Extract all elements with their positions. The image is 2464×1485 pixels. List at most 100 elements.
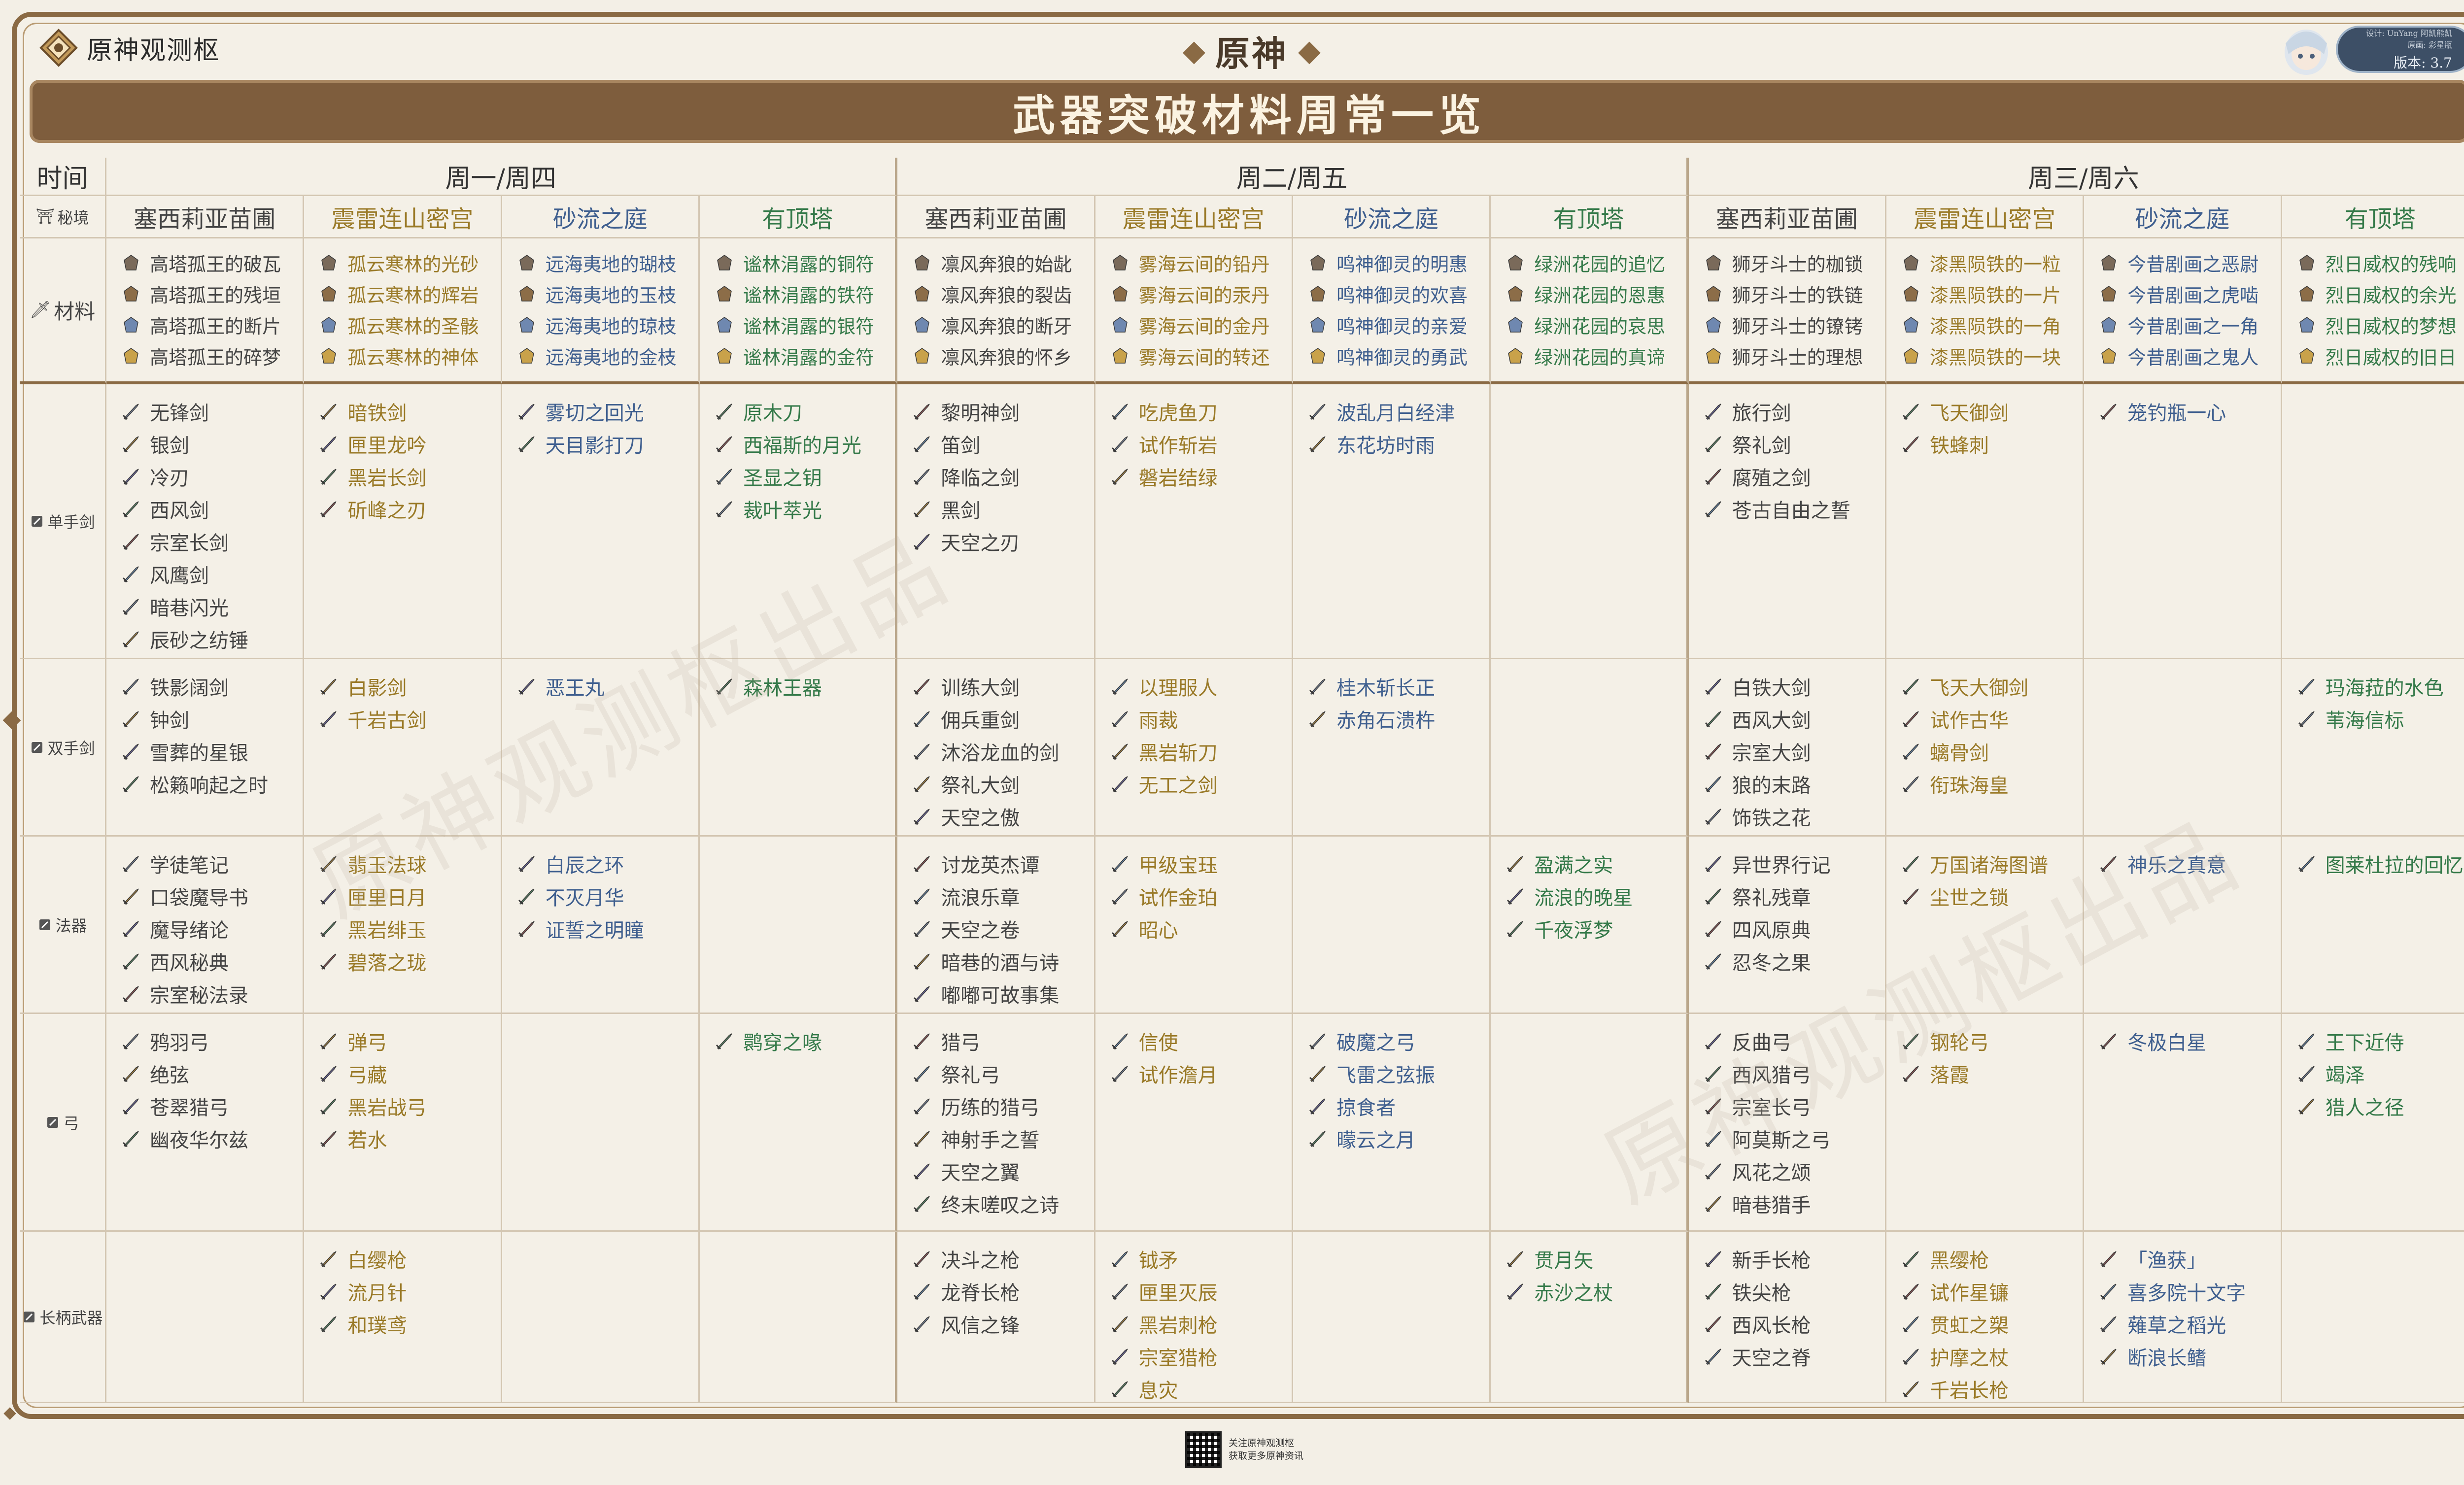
weapon-item[interactable]: 西风秘典 [121,945,303,978]
weapon-item[interactable]: 冷刃 [121,460,303,493]
weapon-item[interactable]: 息灾 [1110,1373,1292,1405]
weapon-item[interactable]: 阿莫斯之弓 [1704,1122,1885,1155]
weapon-item[interactable]: 掠食者 [1308,1090,1489,1122]
weapon-item[interactable]: 嘟嘟可故事集 [912,978,1094,1010]
weapon-item[interactable]: 黑剑 [912,493,1094,525]
weapon-item[interactable]: 铁尖枪 [1704,1275,1885,1308]
weapon-item[interactable]: 铁蜂刺 [1901,428,2083,460]
weapon-item[interactable]: 螭骨剑 [1901,735,2083,768]
weapon-item[interactable]: 无工之剑 [1110,768,1292,800]
weapon-item[interactable]: 白影剑 [319,670,500,703]
weapon-item[interactable]: 赤角石溃杵 [1308,703,1489,735]
weapon-item[interactable]: 猎弓 [912,1025,1094,1057]
weapon-item[interactable]: 黑岩斩刀 [1110,735,1292,768]
weapon-item[interactable]: 口袋魔导书 [121,880,303,912]
weapon-item[interactable]: 圣显之钥 [715,460,895,493]
weapon-item[interactable]: 和璞鸢 [319,1308,500,1340]
weapon-item[interactable]: 恶王丸 [517,670,698,703]
weapon-item[interactable]: 暗巷闪光 [121,590,303,623]
weapon-item[interactable]: 笼钓瓶一心 [2099,395,2280,428]
weapon-item[interactable]: 宗室秘法录 [121,978,303,1010]
weapon-item[interactable]: 暗巷猎手 [1704,1187,1885,1220]
weapon-item[interactable]: 东花坊时雨 [1308,428,1489,460]
weapon-item[interactable]: 天目影打刀 [517,428,698,460]
weapon-item[interactable]: 尘世之锁 [1901,880,2083,912]
weapon-item[interactable]: 降临之剑 [912,460,1094,493]
weapon-item[interactable]: 苇海信标 [2297,703,2464,735]
weapon-item[interactable]: 雾切之回光 [517,395,698,428]
weapon-item[interactable]: 西福斯的月光 [715,428,895,460]
weapon-item[interactable]: 以理服人 [1110,670,1292,703]
weapon-item[interactable]: 飞雷之弦振 [1308,1057,1489,1090]
weapon-item[interactable]: 不灭月华 [517,880,698,912]
weapon-item[interactable]: 忍冬之果 [1704,945,1885,978]
weapon-item[interactable]: 飞天大御剑 [1901,670,2083,703]
weapon-item[interactable]: 薙草之稻光 [2099,1308,2280,1340]
weapon-item[interactable]: 冬极白星 [2099,1025,2280,1057]
weapon-item[interactable]: 昭心 [1110,912,1292,945]
weapon-item[interactable]: 天空之傲 [912,800,1094,833]
weapon-item[interactable]: 白缨枪 [319,1243,500,1275]
weapon-item[interactable]: 天空之刃 [912,525,1094,558]
weapon-item[interactable]: 讨龙英杰谭 [912,847,1094,880]
weapon-item[interactable]: 无锋剑 [121,395,303,428]
weapon-item[interactable]: 吃虎鱼刀 [1110,395,1292,428]
weapon-item[interactable]: 腐殖之剑 [1704,460,1885,493]
weapon-item[interactable]: 贯虹之槊 [1901,1308,2083,1340]
weapon-item[interactable]: 万国诸海图谱 [1901,847,2083,880]
weapon-item[interactable]: 西风长枪 [1704,1308,1885,1340]
weapon-item[interactable]: 决斗之枪 [912,1243,1094,1275]
weapon-item[interactable]: 黑岩长剑 [319,460,500,493]
weapon-item[interactable]: 图莱杜拉的回忆 [2297,847,2464,880]
weapon-item[interactable]: 裁叶萃光 [715,493,895,525]
weapon-item[interactable]: 神乐之真意 [2099,847,2280,880]
weapon-item[interactable]: 匣里龙吟 [319,428,500,460]
weapon-item[interactable]: 西风猎弓 [1704,1057,1885,1090]
weapon-item[interactable]: 试作古华 [1901,703,2083,735]
weapon-item[interactable]: 宗室长弓 [1704,1090,1885,1122]
weapon-item[interactable]: 笛剑 [912,428,1094,460]
weapon-item[interactable]: 龙脊长枪 [912,1275,1094,1308]
weapon-item[interactable]: 白铁大剑 [1704,670,1885,703]
weapon-item[interactable]: 天空之脊 [1704,1340,1885,1373]
weapon-item[interactable]: 落霞 [1901,1057,2083,1090]
weapon-item[interactable]: 天空之卷 [912,912,1094,945]
weapon-item[interactable]: 喜多院十文字 [2099,1275,2280,1308]
weapon-item[interactable]: 祭礼残章 [1704,880,1885,912]
weapon-item[interactable]: 信使 [1110,1025,1292,1057]
weapon-item[interactable]: 弓藏 [319,1057,500,1090]
weapon-item[interactable]: 曚云之月 [1308,1122,1489,1155]
weapon-item[interactable]: 匣里日月 [319,880,500,912]
weapon-item[interactable]: 千岩古剑 [319,703,500,735]
weapon-item[interactable]: 新手长枪 [1704,1243,1885,1275]
weapon-item[interactable]: 若水 [319,1122,500,1155]
weapon-item[interactable]: 苍翠猎弓 [121,1090,303,1122]
weapon-item[interactable]: 黑岩绯玉 [319,912,500,945]
weapon-item[interactable]: 风鹰剑 [121,558,303,590]
weapon-item[interactable]: 证誓之明瞳 [517,912,698,945]
weapon-item[interactable]: 黑岩刺枪 [1110,1308,1292,1340]
weapon-item[interactable]: 宗室大剑 [1704,735,1885,768]
weapon-item[interactable]: 宗室猎枪 [1110,1340,1292,1373]
weapon-item[interactable]: 竭泽 [2297,1057,2464,1090]
weapon-item[interactable]: 神射手之誓 [912,1122,1094,1155]
weapon-item[interactable]: 千岩长枪 [1901,1373,2083,1405]
weapon-item[interactable]: 风花之颂 [1704,1155,1885,1187]
weapon-item[interactable]: 雪葬的星银 [121,735,303,768]
weapon-item[interactable]: 辰砂之纺锤 [121,623,303,655]
weapon-item[interactable]: 天空之翼 [912,1155,1094,1187]
weapon-item[interactable]: 甲级宝珏 [1110,847,1292,880]
weapon-item[interactable]: 钟剑 [121,703,303,735]
weapon-item[interactable]: 「渔获」 [2099,1243,2280,1275]
weapon-item[interactable]: 黎明神剑 [912,395,1094,428]
weapon-item[interactable]: 猎人之径 [2297,1090,2464,1122]
weapon-item[interactable]: 贯月矢 [1506,1243,1686,1275]
weapon-item[interactable]: 反曲弓 [1704,1025,1885,1057]
weapon-item[interactable]: 试作斩岩 [1110,428,1292,460]
weapon-item[interactable]: 钢轮弓 [1901,1025,2083,1057]
weapon-item[interactable]: 终末嗟叹之诗 [912,1187,1094,1220]
weapon-item[interactable]: 佣兵重剑 [912,703,1094,735]
weapon-item[interactable]: 赤沙之杖 [1506,1275,1686,1308]
weapon-item[interactable]: 沐浴龙血的剑 [912,735,1094,768]
weapon-item[interactable]: 西风剑 [121,493,303,525]
